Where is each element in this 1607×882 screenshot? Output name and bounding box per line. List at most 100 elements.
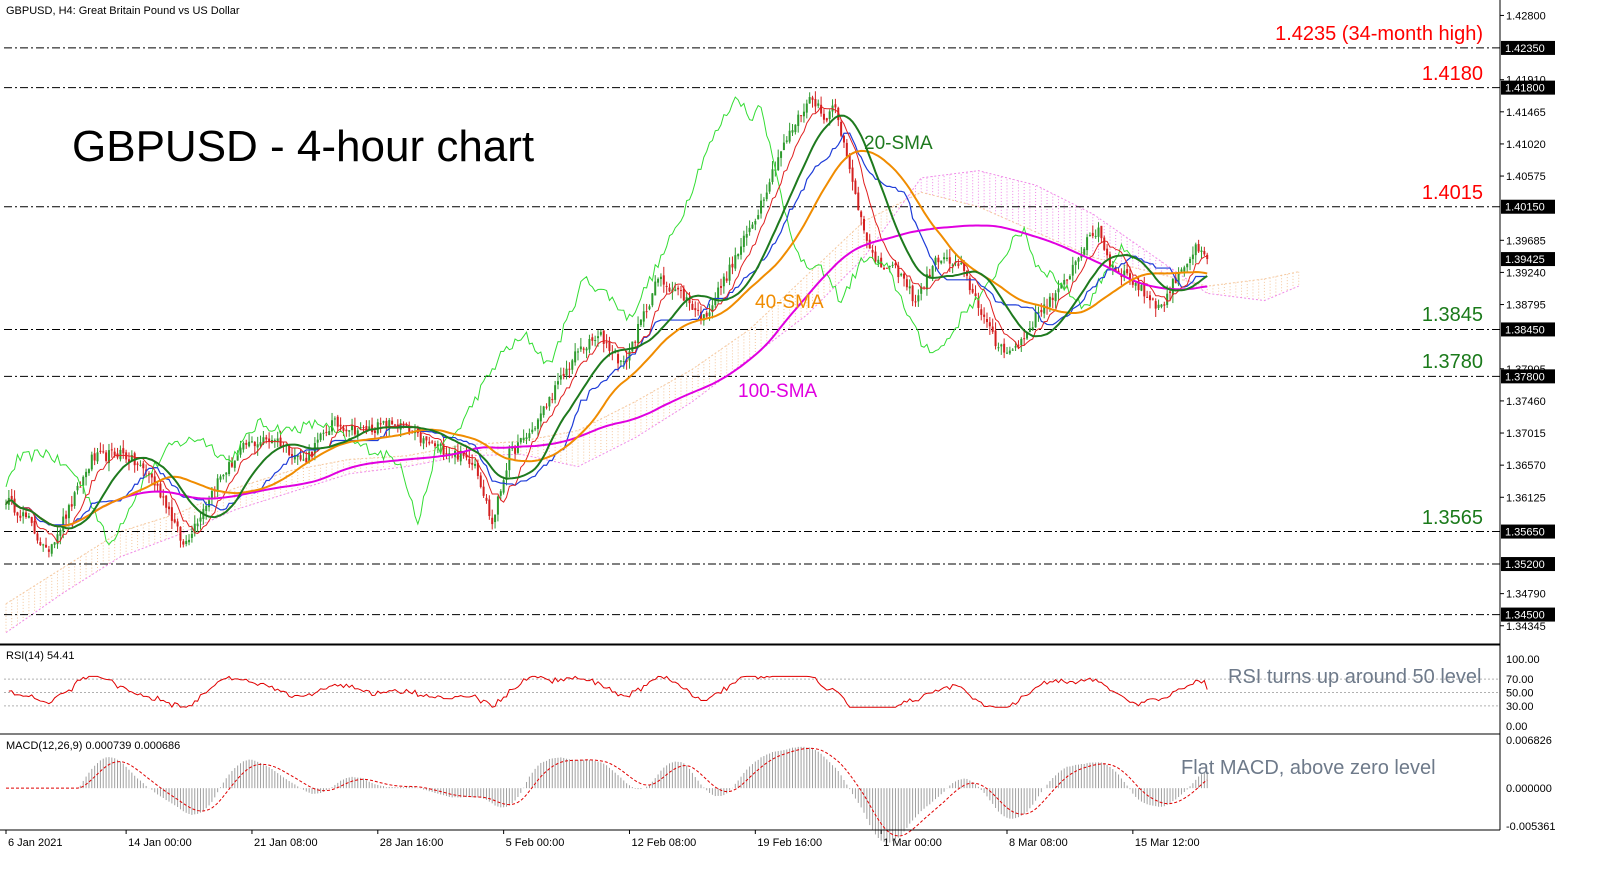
candle-bull xyxy=(59,529,62,536)
candle-bull xyxy=(554,385,557,400)
rsi-tick-label: 0.00 xyxy=(1506,721,1527,733)
candle-bear xyxy=(339,424,342,427)
candle-bull xyxy=(359,427,362,429)
candle-bear xyxy=(825,118,828,121)
candle-bull xyxy=(53,542,56,545)
candle-bear xyxy=(971,288,974,293)
candle-bull xyxy=(1028,328,1031,333)
candle-bull xyxy=(940,260,943,264)
time-tick-label: 15 Mar 12:00 xyxy=(1135,837,1200,849)
candle-bear xyxy=(1146,296,1149,298)
time-tick-label: 12 Feb 08:00 xyxy=(631,837,696,849)
candle-bear xyxy=(373,430,376,433)
candle-bear xyxy=(1100,225,1103,239)
candle-bull xyxy=(785,140,788,142)
candle-bear xyxy=(170,507,173,521)
candle-bear xyxy=(488,499,491,517)
candle-bear xyxy=(582,348,585,350)
candle-bull xyxy=(594,340,597,342)
price-tick-label: 1.36570 xyxy=(1506,460,1546,472)
candle-bear xyxy=(665,285,668,287)
chart-root: 1.42350 1.41800 1.40150 1.38450 1.37800 1.356… xyxy=(0,0,1607,877)
candle-bull xyxy=(760,200,763,214)
candle-bull xyxy=(577,351,579,353)
time-tick-label: 1 Mar 00:00 xyxy=(883,837,942,849)
candle-bear xyxy=(33,520,36,534)
candle-bull xyxy=(1183,267,1186,272)
sma20-label: 20-SMA xyxy=(864,133,933,154)
level-axis-box-text: 1.35650 xyxy=(1505,527,1545,539)
time-tick-label: 28 Jan 16:00 xyxy=(380,837,444,849)
candle-bull xyxy=(219,476,222,480)
candle-bear xyxy=(93,453,96,461)
candle-bull xyxy=(273,440,276,442)
candle-bear xyxy=(393,424,396,426)
candle-bear xyxy=(419,433,422,443)
candle-bull xyxy=(90,454,93,470)
candle-bull xyxy=(1088,235,1091,237)
candle-bull xyxy=(239,447,242,455)
candle-bull xyxy=(1171,278,1174,295)
candle-bear xyxy=(840,121,843,136)
level-label: 1.3845 xyxy=(1421,304,1483,327)
candle-bear xyxy=(253,441,256,447)
candle-bull xyxy=(794,124,797,133)
candle-bear xyxy=(914,301,917,303)
sma100-label: 100-SMA xyxy=(738,381,818,402)
candle-bull xyxy=(588,338,591,350)
candle-bear xyxy=(994,330,997,347)
candle-bear xyxy=(551,399,554,401)
candle-bear xyxy=(391,420,394,425)
candle-bull xyxy=(422,438,425,444)
candle-bull xyxy=(73,492,76,506)
candle-bull xyxy=(534,428,537,430)
sma40-label: 40-SMA xyxy=(755,292,824,313)
candle-bear xyxy=(65,514,68,519)
candle-bear xyxy=(885,267,888,269)
macd-header: MACD(12,26,9) 0.000739 0.000686 xyxy=(6,740,181,752)
candle-bull xyxy=(139,464,142,466)
candle-bull xyxy=(1140,285,1143,291)
candle-bull xyxy=(728,264,731,281)
candle-bull xyxy=(1134,282,1137,286)
candle-bear xyxy=(1091,233,1094,236)
candle-bull xyxy=(1097,227,1100,237)
price-tick-label: 1.39685 xyxy=(1506,235,1546,247)
candle-bull xyxy=(565,368,568,376)
candle-bull xyxy=(619,360,622,362)
candle-bear xyxy=(47,549,50,552)
candle-bear xyxy=(814,99,817,107)
candle-bull xyxy=(242,442,245,450)
candle-bear xyxy=(176,521,179,527)
candle-bear xyxy=(362,427,365,429)
candle-bear xyxy=(957,263,960,267)
candle-bull xyxy=(502,480,505,493)
candle-bull xyxy=(648,306,651,310)
chart-title: GBPUSD - 4-hour chart xyxy=(72,122,535,171)
price-tick-label: 1.39240 xyxy=(1506,267,1546,279)
candle-bull xyxy=(1008,350,1011,354)
candle-bull xyxy=(225,472,228,475)
candle-bear xyxy=(182,541,185,545)
candle-bull xyxy=(585,348,588,351)
time-tick-label: 14 Jan 00:00 xyxy=(128,837,192,849)
candle-bear xyxy=(697,309,700,311)
candle-bull xyxy=(42,544,45,546)
candle-bear xyxy=(16,512,19,516)
candle-bear xyxy=(980,309,983,315)
candle-bull xyxy=(1186,263,1189,268)
candle-bull xyxy=(87,469,90,474)
candle-bear xyxy=(911,285,914,302)
candle-bear xyxy=(985,319,988,323)
candle-bear xyxy=(834,104,837,108)
candle-bull xyxy=(1020,338,1023,346)
price-tick-label: 1.38795 xyxy=(1506,300,1546,312)
candle-bull xyxy=(780,151,783,158)
candle-bear xyxy=(479,475,482,487)
candle-bull xyxy=(67,505,70,519)
candle-bull xyxy=(943,257,946,260)
candle-bull xyxy=(256,444,259,448)
candle-bull xyxy=(319,433,322,440)
rsi-tick-label: 100.00 xyxy=(1506,654,1540,666)
candle-bull xyxy=(250,441,253,443)
